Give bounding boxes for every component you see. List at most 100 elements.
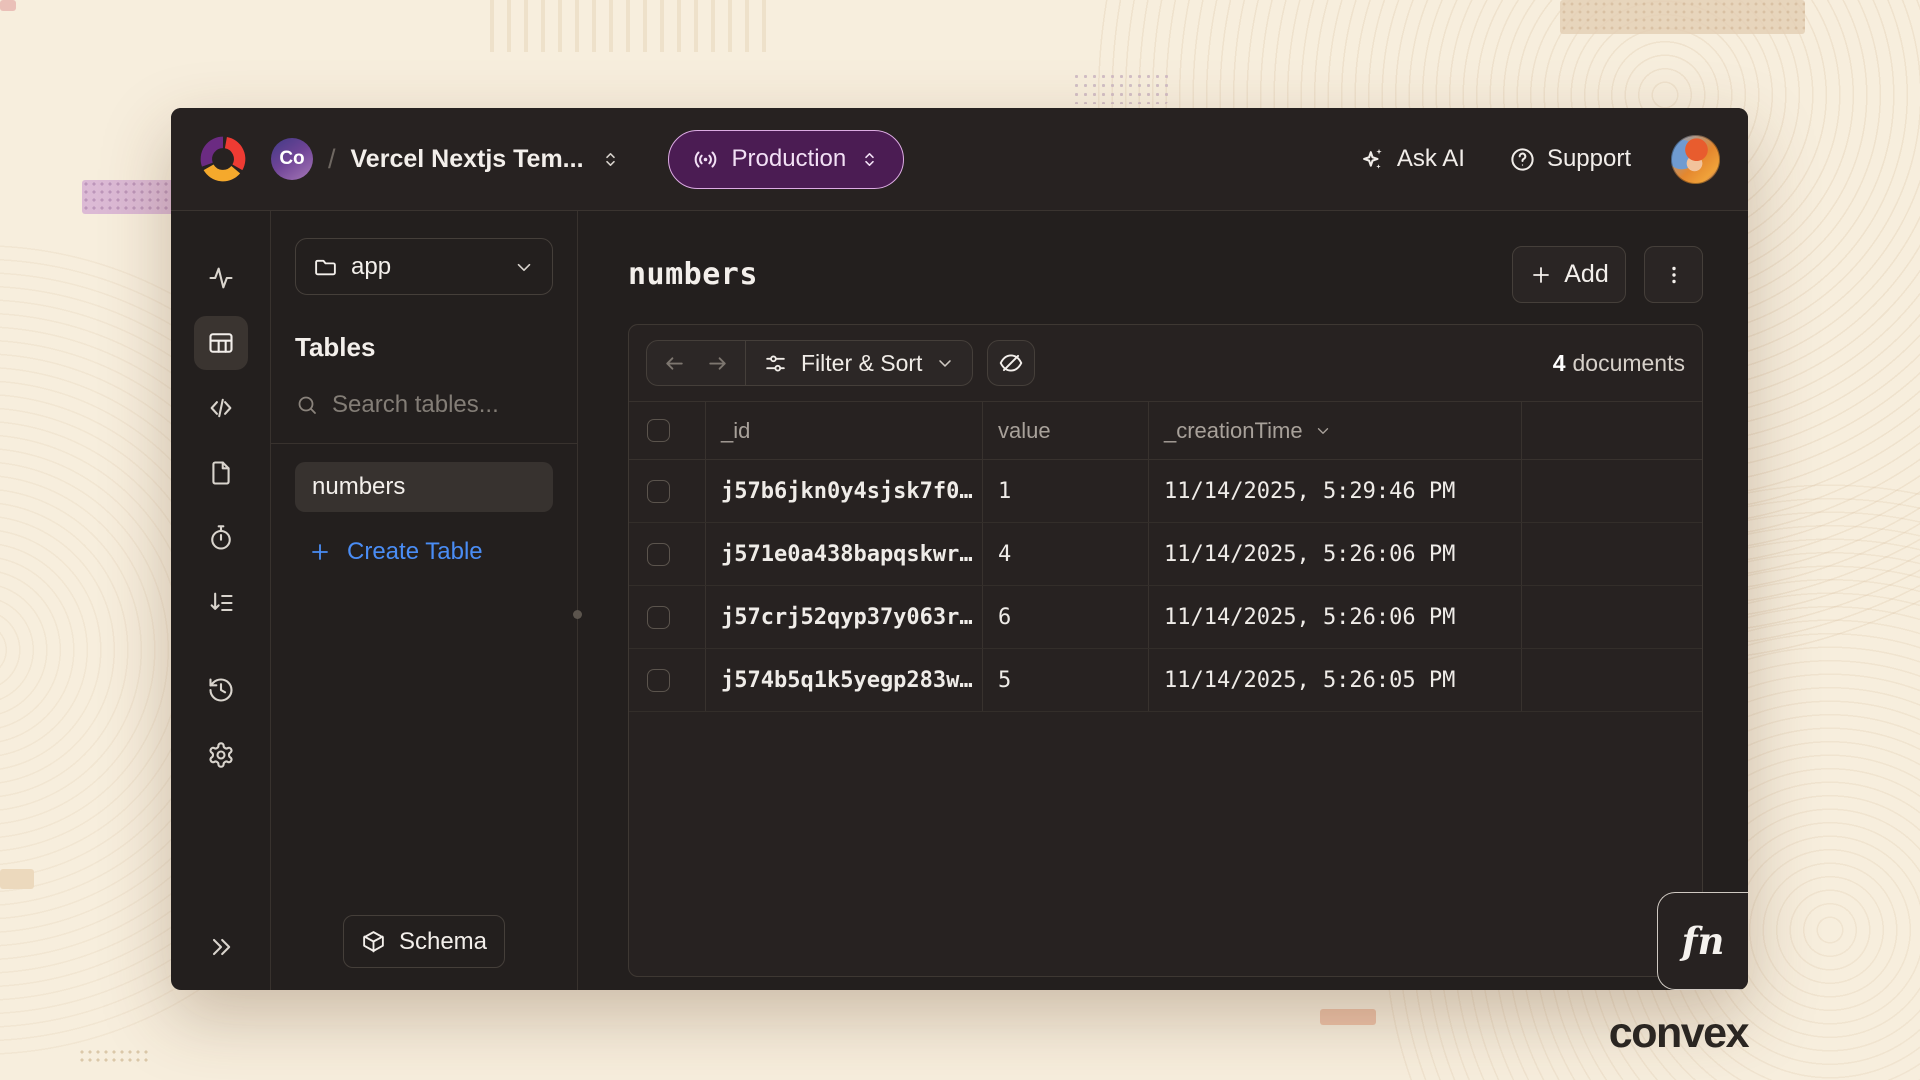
select-all-checkbox[interactable] [647,419,670,442]
cell-creation-time[interactable]: 11/14/2025, 5:29:46 PM [1149,460,1522,522]
project-name: Vercel Nextjs Tem... [351,145,584,174]
rail-item-history[interactable] [194,663,248,717]
deployment-label: Production [732,145,847,173]
topbar: Co / Vercel Nextjs Tem... Production [171,108,1748,211]
breadcrumb-separator: / [328,144,336,175]
chevron-down-icon [513,256,535,278]
cell-value[interactable]: 1 [983,460,1149,522]
kebab-icon [1662,263,1686,287]
broadcast-icon [692,146,719,173]
row-checkbox[interactable] [647,480,670,503]
rail-item-functions[interactable] [194,381,248,435]
schema-label: Schema [399,928,487,956]
convex-logo-icon[interactable] [197,133,249,185]
decor-rect [0,869,34,889]
decor-rect [1560,0,1805,34]
chevrons-right-icon [207,933,235,961]
cell-id[interactable]: j57crj52qyp37y063r… [706,586,983,648]
rail-item-health[interactable] [194,251,248,305]
gear-icon [207,741,235,769]
search-tables-input[interactable] [332,391,553,419]
panel-resize-handle[interactable] [573,610,582,619]
documents-count-value: 4 [1553,350,1566,376]
search-icon [295,393,319,417]
convex-wordmark: convex [1609,1009,1748,1058]
dashboard-window: Co / Vercel Nextjs Tem... Production [171,108,1748,990]
rail-collapse-button[interactable] [194,920,248,974]
decor-rect [78,1048,152,1065]
hide-columns-button[interactable] [987,340,1035,386]
table-icon [207,329,235,357]
row-checkbox[interactable] [647,669,670,692]
team-initials: Co [279,148,304,170]
column-header-creation-time[interactable]: _creationTime [1149,402,1522,459]
tables-panel: app Tables numbers Create Table [271,211,578,990]
cell-id[interactable]: j57b6jkn0y4sjsk7f0… [706,460,983,522]
activity-icon [207,264,235,292]
cell-creation-time[interactable]: 11/14/2025, 5:26:05 PM [1149,649,1522,711]
table-item-numbers[interactable]: numbers [295,462,553,512]
row-checkbox[interactable] [647,543,670,566]
table-row[interactable]: j57b6jkn0y4sjsk7f0… 1 11/14/2025, 5:29:4… [629,460,1702,523]
ask-ai-label: Ask AI [1397,145,1465,173]
add-document-button[interactable]: Add [1512,246,1626,303]
function-runner-button[interactable]: fn [1657,892,1748,990]
search-tables [295,391,553,443]
table-row[interactable]: j571e0a438bapqskwr… 4 11/14/2025, 5:26:0… [629,523,1702,586]
decor-rect [1320,1009,1376,1025]
project-selector[interactable]: Vercel Nextjs Tem... [351,145,621,174]
cell-creation-time[interactable]: 11/14/2025, 5:26:06 PM [1149,523,1522,585]
file-icon [207,459,235,487]
cell-value[interactable]: 4 [983,523,1149,585]
cell-id[interactable]: j571e0a438bapqskwr… [706,523,983,585]
create-table-button[interactable]: Create Table [295,538,553,566]
column-header-value[interactable]: value [983,402,1149,459]
rail-item-files[interactable] [194,446,248,500]
more-options-button[interactable] [1644,246,1703,303]
cell-id[interactable]: j574b5q1k5yegp283w… [706,649,983,711]
tables-heading: Tables [295,332,553,363]
ask-ai-button[interactable]: Ask AI [1359,145,1465,173]
table-row[interactable]: j574b5q1k5yegp283w… 5 11/14/2025, 5:26:0… [629,649,1702,712]
rail-item-logs[interactable] [194,576,248,630]
sidebar-rail [171,211,271,990]
cell-value[interactable]: 5 [983,649,1149,711]
row-checkbox[interactable] [647,606,670,629]
chevron-down-icon [935,353,955,373]
table-header-row: _id value _creationTime [629,402,1702,460]
schema-button[interactable]: Schema [343,915,505,968]
cell-creation-time[interactable]: 11/14/2025, 5:26:06 PM [1149,586,1522,648]
deployment-selector[interactable]: Production [668,130,905,189]
table-row[interactable]: j57crj52qyp37y063r… 6 11/14/2025, 5:26:0… [629,586,1702,649]
folder-icon [313,254,338,279]
support-button[interactable]: Support [1509,145,1631,173]
chevron-up-down-icon [600,149,621,170]
team-avatar[interactable]: Co [271,138,313,180]
decor-rect [0,0,16,11]
rail-item-schedules[interactable] [194,511,248,565]
component-selector[interactable]: app [295,238,553,295]
back-button[interactable] [662,351,687,376]
column-header-id[interactable]: _id [706,402,983,459]
sparkles-icon [1359,146,1386,173]
code-icon [207,394,235,422]
eye-off-icon [998,350,1024,376]
divider [271,443,577,444]
decor-stripes [490,0,775,52]
decor-rect [82,180,178,214]
sliders-icon [763,351,788,376]
rail-item-settings[interactable] [194,728,248,782]
chevron-up-down-icon [859,149,880,170]
history-icon [207,676,235,704]
cell-value[interactable]: 6 [983,586,1149,648]
component-selector-label: app [351,253,391,281]
user-avatar[interactable] [1671,135,1720,184]
forward-button[interactable] [705,351,730,376]
rail-item-data[interactable] [194,316,248,370]
main-content: numbers Add [578,211,1748,990]
filter-sort-button[interactable]: Filter & Sort [746,341,972,385]
table-item-label: numbers [312,473,405,501]
stopwatch-icon [207,524,235,552]
support-label: Support [1547,145,1631,173]
documents-table: _id value _creationTime j57b6jkn0y4sjsk7… [629,401,1702,712]
